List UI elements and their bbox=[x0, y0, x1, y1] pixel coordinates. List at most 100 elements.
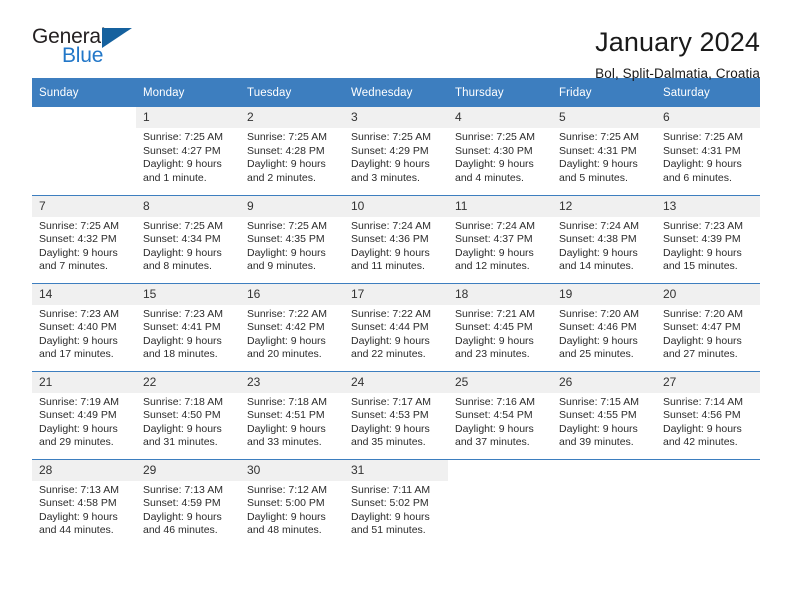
sunrise-time: Sunrise: 7:23 AM bbox=[39, 307, 119, 320]
day-cell[interactable]: 26 Sunrise: 7:15 AM Sunset: 4:55 PM Dayligh… bbox=[552, 371, 656, 459]
day-cell[interactable]: 10 Sunrise: 7:24 AM Sunset: 4:36 PM Dayligh… bbox=[344, 195, 448, 283]
calendar-cell: 9 Sunrise: 7:25 AM Sunset: 4:35 PM Daylight… bbox=[240, 194, 344, 283]
sunrise-time: Sunrise: 7:23 AM bbox=[143, 307, 223, 320]
calendar-cell: 15 Sunrise: 7:23 AM Sunset: 4:41 PM Dayligh… bbox=[136, 282, 240, 371]
day-cell[interactable]: 31 Sunrise: 7:11 AM Sunset: 5:02 PM Dayligh… bbox=[344, 459, 448, 548]
day-number bbox=[448, 459, 552, 481]
daylight-line-1: Daylight: 9 hours bbox=[559, 158, 638, 171]
daylight-line-1: Daylight: 9 hours bbox=[559, 422, 638, 435]
day-cell[interactable]: 25 Sunrise: 7:16 AM Sunset: 4:54 PM Dayligh… bbox=[448, 371, 552, 459]
daylight-line-2: and 22 minutes. bbox=[351, 348, 426, 361]
calendar-week-row: 14 Sunrise: 7:23 AM Sunset: 4:40 PM Dayligh… bbox=[32, 282, 760, 371]
calendar-table: Sunday Monday Tuesday Wednesday Thursday… bbox=[32, 78, 760, 547]
day-details: Sunrise: 7:25 AM Sunset: 4:34 PM Daylight:… bbox=[136, 217, 240, 274]
day-details: Sunrise: 7:19 AM Sunset: 4:49 PM Daylight:… bbox=[32, 393, 136, 450]
day-cell[interactable]: 9 Sunrise: 7:25 AM Sunset: 4:35 PM Daylight… bbox=[240, 195, 344, 283]
daylight-line-1: Daylight: 9 hours bbox=[351, 158, 430, 171]
day-details: Sunrise: 7:13 AM Sunset: 4:58 PM Daylight:… bbox=[32, 481, 136, 538]
calendar-cell: 24 Sunrise: 7:17 AM Sunset: 4:53 PM Dayligh… bbox=[344, 370, 448, 459]
day-details: Sunrise: 7:22 AM Sunset: 4:42 PM Daylight:… bbox=[240, 305, 344, 362]
day-cell[interactable]: 30 Sunrise: 7:12 AM Sunset: 5:00 PM Dayligh… bbox=[240, 459, 344, 548]
day-number: 17 bbox=[344, 283, 448, 305]
day-cell[interactable]: 29 Sunrise: 7:13 AM Sunset: 4:59 PM Dayligh… bbox=[136, 459, 240, 548]
day-number: 22 bbox=[136, 371, 240, 393]
day-cell[interactable]: 3 Sunrise: 7:25 AM Sunset: 4:29 PM Daylight… bbox=[344, 107, 448, 195]
sunrise-time: Sunrise: 7:25 AM bbox=[247, 219, 327, 232]
day-cell[interactable]: 28 Sunrise: 7:13 AM Sunset: 4:58 PM Dayligh… bbox=[32, 459, 136, 548]
sunset-time: Sunset: 4:32 PM bbox=[39, 233, 117, 246]
day-cell[interactable]: 17 Sunrise: 7:22 AM Sunset: 4:44 PM Dayligh… bbox=[344, 283, 448, 371]
daylight-line-2: and 44 minutes. bbox=[39, 524, 114, 537]
sunrise-time: Sunrise: 7:25 AM bbox=[39, 219, 119, 232]
calendar-week-row: 21 Sunrise: 7:19 AM Sunset: 4:49 PM Dayligh… bbox=[32, 370, 760, 459]
sunset-time: Sunset: 4:34 PM bbox=[143, 233, 221, 246]
calendar-cell: 16 Sunrise: 7:22 AM Sunset: 4:42 PM Dayligh… bbox=[240, 282, 344, 371]
day-cell[interactable]: 8 Sunrise: 7:25 AM Sunset: 4:34 PM Daylight… bbox=[136, 195, 240, 283]
day-cell[interactable]: 24 Sunrise: 7:17 AM Sunset: 4:53 PM Dayligh… bbox=[344, 371, 448, 459]
logo-triangle-icon bbox=[102, 28, 132, 48]
day-cell[interactable]: 5 Sunrise: 7:25 AM Sunset: 4:31 PM Daylight… bbox=[552, 107, 656, 195]
calendar-page: General Blue January 2024 Bol, Split-Dal… bbox=[0, 0, 792, 612]
daylight-line-1: Daylight: 9 hours bbox=[143, 334, 222, 347]
daylight-line-2: and 2 minutes. bbox=[247, 171, 316, 184]
day-cell[interactable]: 2 Sunrise: 7:25 AM Sunset: 4:28 PM Daylight… bbox=[240, 107, 344, 195]
day-cell[interactable]: 23 Sunrise: 7:18 AM Sunset: 4:51 PM Dayligh… bbox=[240, 371, 344, 459]
day-details: Sunrise: 7:16 AM Sunset: 4:54 PM Daylight:… bbox=[448, 393, 552, 450]
day-cell[interactable]: 12 Sunrise: 7:24 AM Sunset: 4:38 PM Dayligh… bbox=[552, 195, 656, 283]
general-blue-logo[interactable]: General Blue bbox=[32, 26, 152, 78]
daylight-line-2: and 39 minutes. bbox=[559, 436, 634, 449]
day-number: 30 bbox=[240, 459, 344, 481]
calendar-cell bbox=[448, 458, 552, 547]
day-cell[interactable]: 14 Sunrise: 7:23 AM Sunset: 4:40 PM Dayligh… bbox=[32, 283, 136, 371]
sunrise-time: Sunrise: 7:22 AM bbox=[247, 307, 327, 320]
day-cell[interactable]: 18 Sunrise: 7:21 AM Sunset: 4:45 PM Dayligh… bbox=[448, 283, 552, 371]
day-details: Sunrise: 7:24 AM Sunset: 4:37 PM Daylight:… bbox=[448, 217, 552, 274]
day-details: Sunrise: 7:14 AM Sunset: 4:56 PM Daylight:… bbox=[656, 393, 760, 450]
day-cell[interactable]: 4 Sunrise: 7:25 AM Sunset: 4:30 PM Daylight… bbox=[448, 107, 552, 195]
daylight-line-2: and 17 minutes. bbox=[39, 348, 114, 361]
calendar-cell: 10 Sunrise: 7:24 AM Sunset: 4:36 PM Dayligh… bbox=[344, 194, 448, 283]
calendar-cell: 4 Sunrise: 7:25 AM Sunset: 4:30 PM Daylight… bbox=[448, 107, 552, 195]
day-details: Sunrise: 7:18 AM Sunset: 4:50 PM Daylight:… bbox=[136, 393, 240, 450]
day-number bbox=[552, 459, 656, 481]
page-title: January 2024 bbox=[595, 27, 760, 57]
day-cell[interactable]: 11 Sunrise: 7:24 AM Sunset: 4:37 PM Dayligh… bbox=[448, 195, 552, 283]
day-number: 9 bbox=[240, 195, 344, 217]
day-cell[interactable]: 16 Sunrise: 7:22 AM Sunset: 4:42 PM Dayligh… bbox=[240, 283, 344, 371]
day-cell[interactable]: 1 Sunrise: 7:25 AM Sunset: 4:27 PM Daylight… bbox=[136, 107, 240, 195]
calendar-cell bbox=[656, 458, 760, 547]
day-details: Sunrise: 7:24 AM Sunset: 4:38 PM Daylight:… bbox=[552, 217, 656, 274]
day-cell[interactable]: 20 Sunrise: 7:20 AM Sunset: 4:47 PM Dayligh… bbox=[656, 283, 760, 371]
day-details: Sunrise: 7:21 AM Sunset: 4:45 PM Daylight:… bbox=[448, 305, 552, 362]
daylight-line-1: Daylight: 9 hours bbox=[351, 246, 430, 259]
sunset-time: Sunset: 4:45 PM bbox=[455, 321, 533, 334]
daylight-line-1: Daylight: 9 hours bbox=[663, 246, 742, 259]
day-cell[interactable]: 19 Sunrise: 7:20 AM Sunset: 4:46 PM Dayligh… bbox=[552, 283, 656, 371]
daylight-line-2: and 35 minutes. bbox=[351, 436, 426, 449]
calendar-cell: 2 Sunrise: 7:25 AM Sunset: 4:28 PM Daylight… bbox=[240, 107, 344, 195]
daylight-line-2: and 46 minutes. bbox=[143, 524, 218, 537]
day-cell[interactable]: 21 Sunrise: 7:19 AM Sunset: 4:49 PM Dayligh… bbox=[32, 371, 136, 459]
day-cell[interactable]: 22 Sunrise: 7:18 AM Sunset: 4:50 PM Dayligh… bbox=[136, 371, 240, 459]
day-cell[interactable]: 27 Sunrise: 7:14 AM Sunset: 4:56 PM Dayligh… bbox=[656, 371, 760, 459]
sunset-time: Sunset: 5:00 PM bbox=[247, 497, 325, 510]
daylight-line-2: and 33 minutes. bbox=[247, 436, 322, 449]
sunrise-time: Sunrise: 7:23 AM bbox=[663, 219, 743, 232]
daylight-line-2: and 31 minutes. bbox=[143, 436, 218, 449]
daylight-line-1: Daylight: 9 hours bbox=[247, 334, 326, 347]
day-cell[interactable]: 13 Sunrise: 7:23 AM Sunset: 4:39 PM Dayligh… bbox=[656, 195, 760, 283]
day-number bbox=[32, 107, 136, 128]
calendar-cell: 31 Sunrise: 7:11 AM Sunset: 5:02 PM Dayligh… bbox=[344, 458, 448, 548]
day-number: 19 bbox=[552, 283, 656, 305]
calendar-cell bbox=[32, 107, 136, 195]
day-number: 3 bbox=[344, 107, 448, 128]
daylight-line-2: and 3 minutes. bbox=[351, 171, 420, 184]
daylight-line-2: and 12 minutes. bbox=[455, 260, 530, 273]
daylight-line-2: and 42 minutes. bbox=[663, 436, 738, 449]
calendar-cell: 23 Sunrise: 7:18 AM Sunset: 4:51 PM Dayligh… bbox=[240, 370, 344, 459]
day-cell[interactable]: 6 Sunrise: 7:25 AM Sunset: 4:31 PM Daylight… bbox=[656, 107, 760, 195]
day-number: 16 bbox=[240, 283, 344, 305]
day-cell[interactable]: 7 Sunrise: 7:25 AM Sunset: 4:32 PM Daylight… bbox=[32, 195, 136, 283]
day-cell[interactable]: 15 Sunrise: 7:23 AM Sunset: 4:41 PM Dayligh… bbox=[136, 283, 240, 371]
calendar-week-row: 1 Sunrise: 7:25 AM Sunset: 4:27 PM Daylight… bbox=[32, 107, 760, 195]
